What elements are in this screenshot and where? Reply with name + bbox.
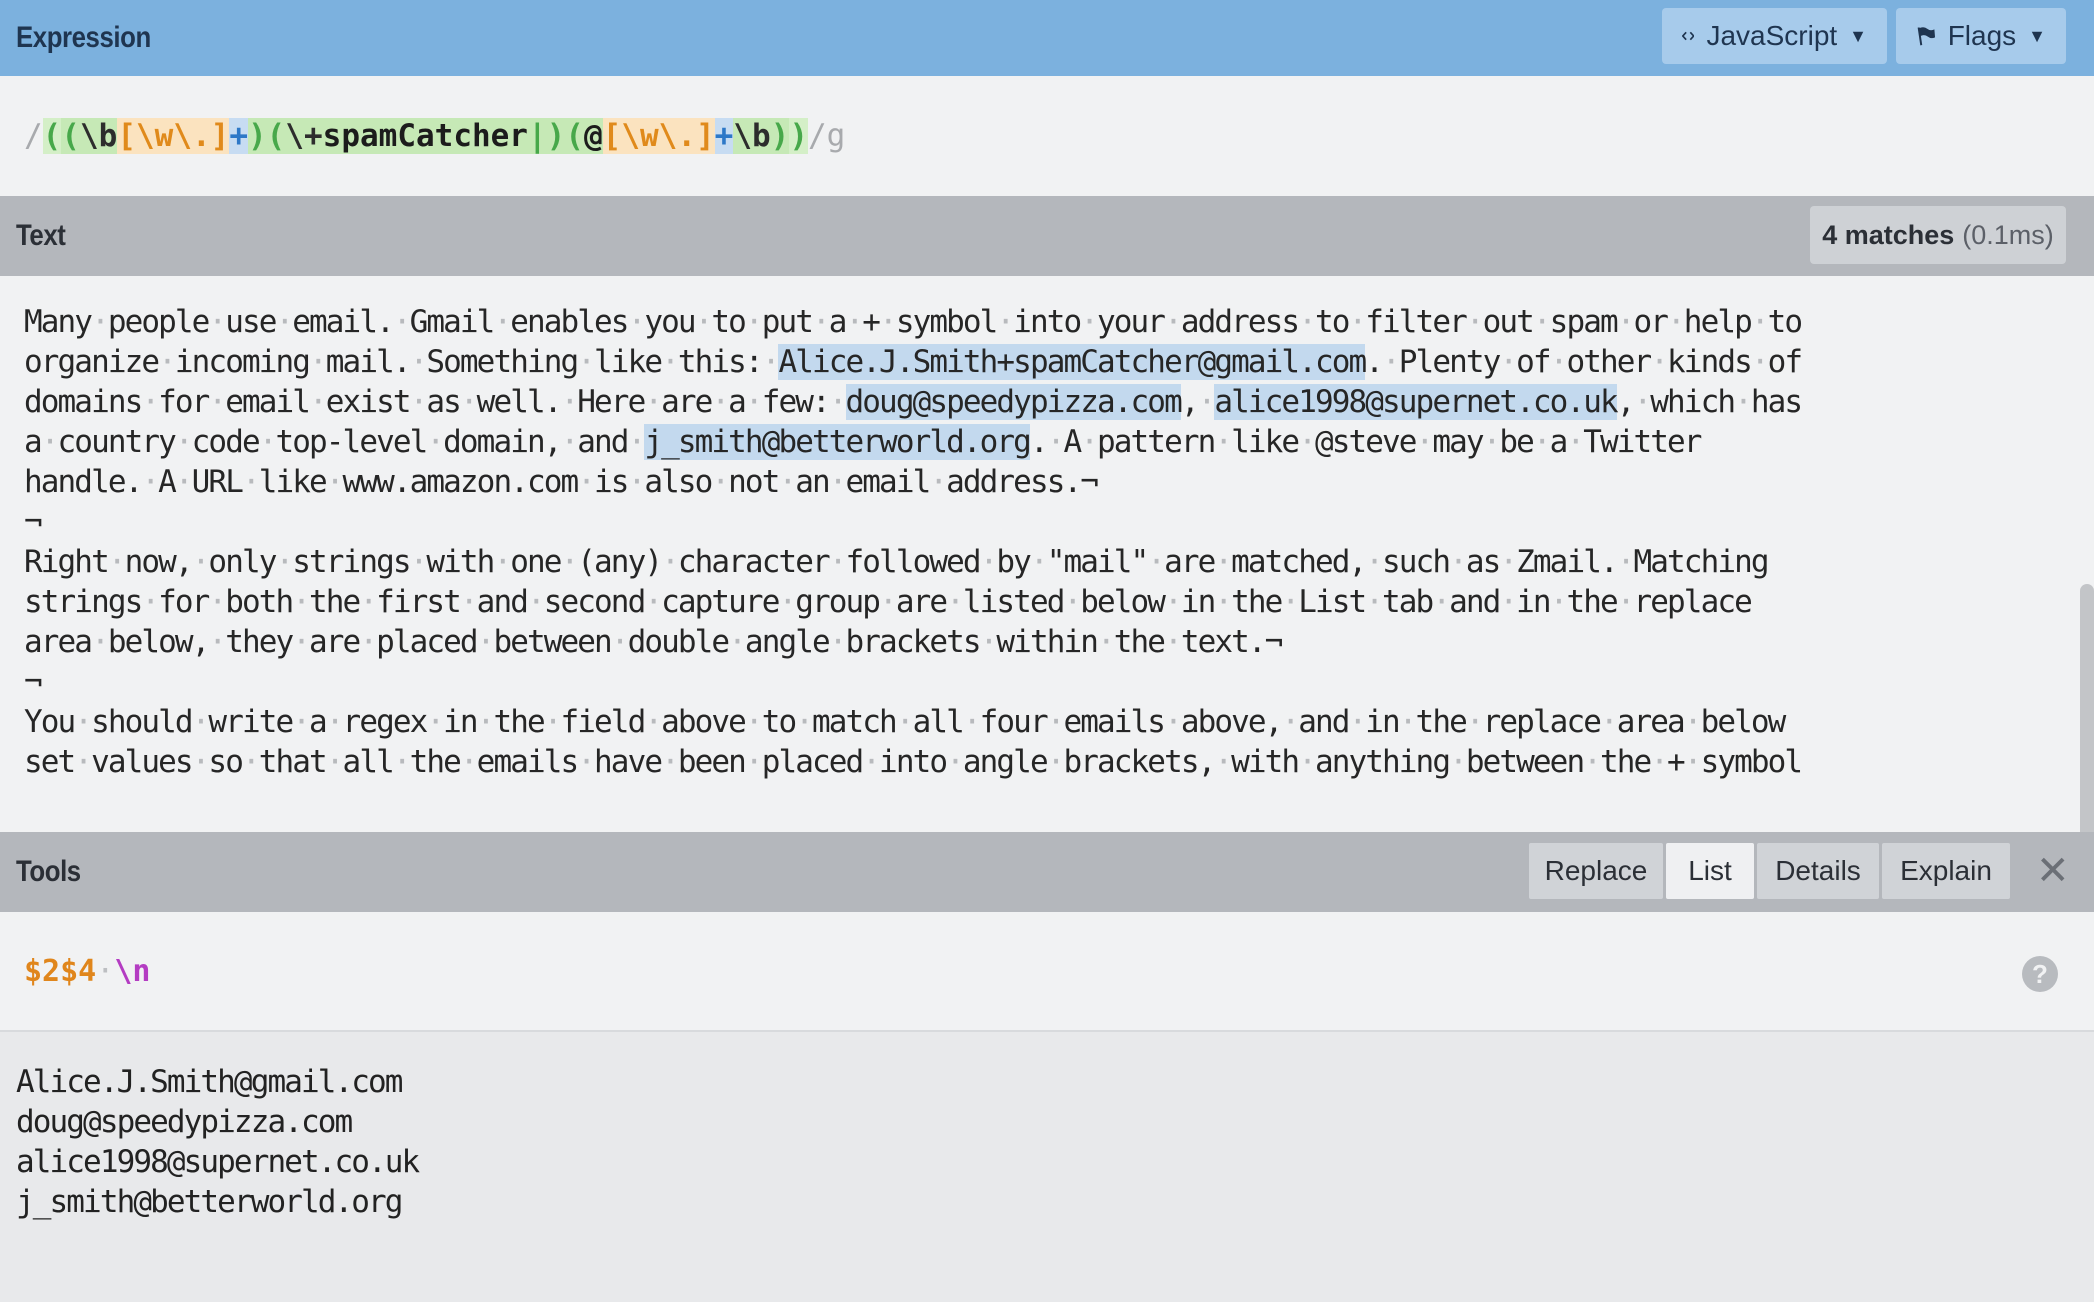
tab-details[interactable]: Details [1757,843,1879,899]
text-content[interactable]: Many·people·use·email.·Gmail·enables·you… [24,302,2070,782]
word-boundary-token: \b [733,118,771,154]
tab-explain[interactable]: Explain [1882,843,2010,899]
code-brackets-icon [1682,31,1695,41]
text-input[interactable]: Many·people·use·email.·Gmail·enables·you… [0,276,2094,832]
result-line: alice1998@supernet.co.uk [16,1144,420,1180]
match-time: (0.1ms) [1962,219,2054,250]
text-segment: Many·people·use·email.·Gmail·enables·you… [24,304,1803,340]
list-expression-line[interactable]: $2$4·\n [24,954,150,989]
close-icon[interactable]: ✕ [2036,848,2070,894]
group-open: ( [42,118,62,154]
expression-title: Expression [16,21,151,54]
text-segment: ,· [1180,384,1216,420]
match-highlight: j_smith@betterworld.org [644,424,1032,460]
text-segment: .·A·pattern·like·@steve·may·be·a·Twitter [1029,424,1703,460]
match-highlight: doug@speedypizza.com [845,384,1183,420]
chevron-down-icon: ▼ [2028,25,2046,46]
close-delimiter: / [808,118,827,154]
result-line: j_smith@betterworld.org [16,1184,403,1220]
text-line: ¬ [24,502,2070,542]
group-open: ( [61,118,81,154]
text-segment: ,·which·has [1616,384,1803,420]
list-expression-input[interactable]: $2$4·\n ? [0,912,2094,1032]
group-close: ) [546,118,566,154]
escaped-plus-token: \+ [285,118,323,154]
text-segment: organize·incoming·mail.·Something·like·t… [24,344,780,380]
literal-token: spamCatcher [322,118,528,154]
text-segment: You·should·write·a·regex·in·the·field·ab… [24,704,1786,740]
quantifier-token: + [714,118,734,154]
text-line: Many·people·use·email.·Gmail·enables·you… [24,302,2070,342]
text-line: You·should·write·a·regex·in·the·field·ab… [24,702,2070,742]
text-title: Text [16,219,66,252]
match-highlight: Alice.J.Smith+spamCatcher@gmail.com [778,344,1367,380]
flags-text: g [826,118,846,154]
text-segment: set·values·so·that·all·the·emails·have·b… [24,744,1803,780]
flags-button[interactable]: Flags ▼ [1896,8,2066,64]
result-line: doug@speedypizza.com [16,1104,353,1140]
char-set-token: [\w\.] [117,118,230,154]
text-line: a·country·code·top-level·domain,·and·j_s… [24,422,2070,462]
word-boundary-token: \b [80,118,118,154]
group-reference-token: $2$4 [24,953,97,989]
group-close: ) [770,118,790,154]
tools-title: Tools [16,855,81,888]
group-open: ( [565,118,584,154]
result-line: Alice.J.Smith@gmail.com [16,1064,403,1100]
text-line: handle.·A·URL·like·www.amazon.com·is·als… [24,462,2070,502]
language-button[interactable]: JavaScript ▼ [1662,8,1887,64]
tab-replace[interactable]: Replace [1529,843,1663,899]
tools-header: Tools Replace List Details Explain ✕ [0,832,2094,912]
help-icon[interactable]: ? [2022,956,2058,992]
text-segment: strings·for·both·the·first·and·second·ca… [24,584,1753,620]
text-segment: .·Plenty·of·other·kinds·of [1365,344,1803,380]
text-segment: area·below,·they·are·placed·between·doub… [24,624,1283,660]
language-label: JavaScript [1706,20,1838,51]
group-open: ( [266,118,286,154]
list-results: Alice.J.Smith@gmail.com doug@speedypizza… [0,1032,2094,1302]
text-line: set·values·so·that·all·the·emails·have·b… [24,742,2070,782]
text-segment: ¬ [24,664,43,700]
match-highlight: alice1998@supernet.co.uk [1214,384,1619,420]
flag-icon [1917,27,1936,46]
expression-header: Expression JavaScript ▼ Flags ▼ [0,0,2094,76]
alternation-token: | [527,118,547,154]
flags-label: Flags [1947,20,2017,51]
space-marker: · [96,953,115,989]
char-set-token: [\w\.] [602,118,715,154]
text-header: Text 4 matches (0.1ms) [0,196,2094,276]
text-line: domains·for·email·exist·as·well.·Here·ar… [24,382,2070,422]
expression-line[interactable]: /((\b[\w\.]+)(\+spamCatcher|)(@[\w\.]+\b… [24,118,845,154]
at-literal-token: @ [584,118,603,154]
expression-input[interactable]: /((\b[\w\.]+)(\+spamCatcher|)(@[\w\.]+\b… [0,76,2094,196]
quantifier-token: + [229,118,248,154]
newline-token: \n [114,953,151,989]
match-count: 4 matches [1822,219,1955,250]
text-segment: domains·for·email·exist·as·well.·Here·ar… [24,384,847,420]
text-line: Right·now,·only·strings·with·one·(any)·c… [24,542,2070,582]
text-segment: handle.·A·URL·like·www.amazon.com·is·als… [24,464,1099,500]
text-line: strings·for·both·the·first·and·second·ca… [24,582,2070,622]
open-delimiter: / [24,118,43,154]
text-segment: Right·now,·only·strings·with·one·(any)·c… [24,544,1770,580]
group-close: ) [248,118,267,154]
text-segment: a·country·code·top-level·domain,·and· [24,424,646,460]
group-close: ) [789,118,808,154]
text-segment: ¬ [24,504,43,540]
text-scrollbar[interactable] [2080,584,2094,832]
text-line: organize·incoming·mail.·Something·like·t… [24,342,2070,382]
text-line: area·below,·they·are·placed·between·doub… [24,622,2070,662]
text-line: ¬ [24,662,2070,702]
chevron-down-icon: ▼ [1849,25,1867,46]
match-count-badge: 4 matches (0.1ms) [1810,206,2066,264]
tab-list[interactable]: List [1666,843,1754,899]
